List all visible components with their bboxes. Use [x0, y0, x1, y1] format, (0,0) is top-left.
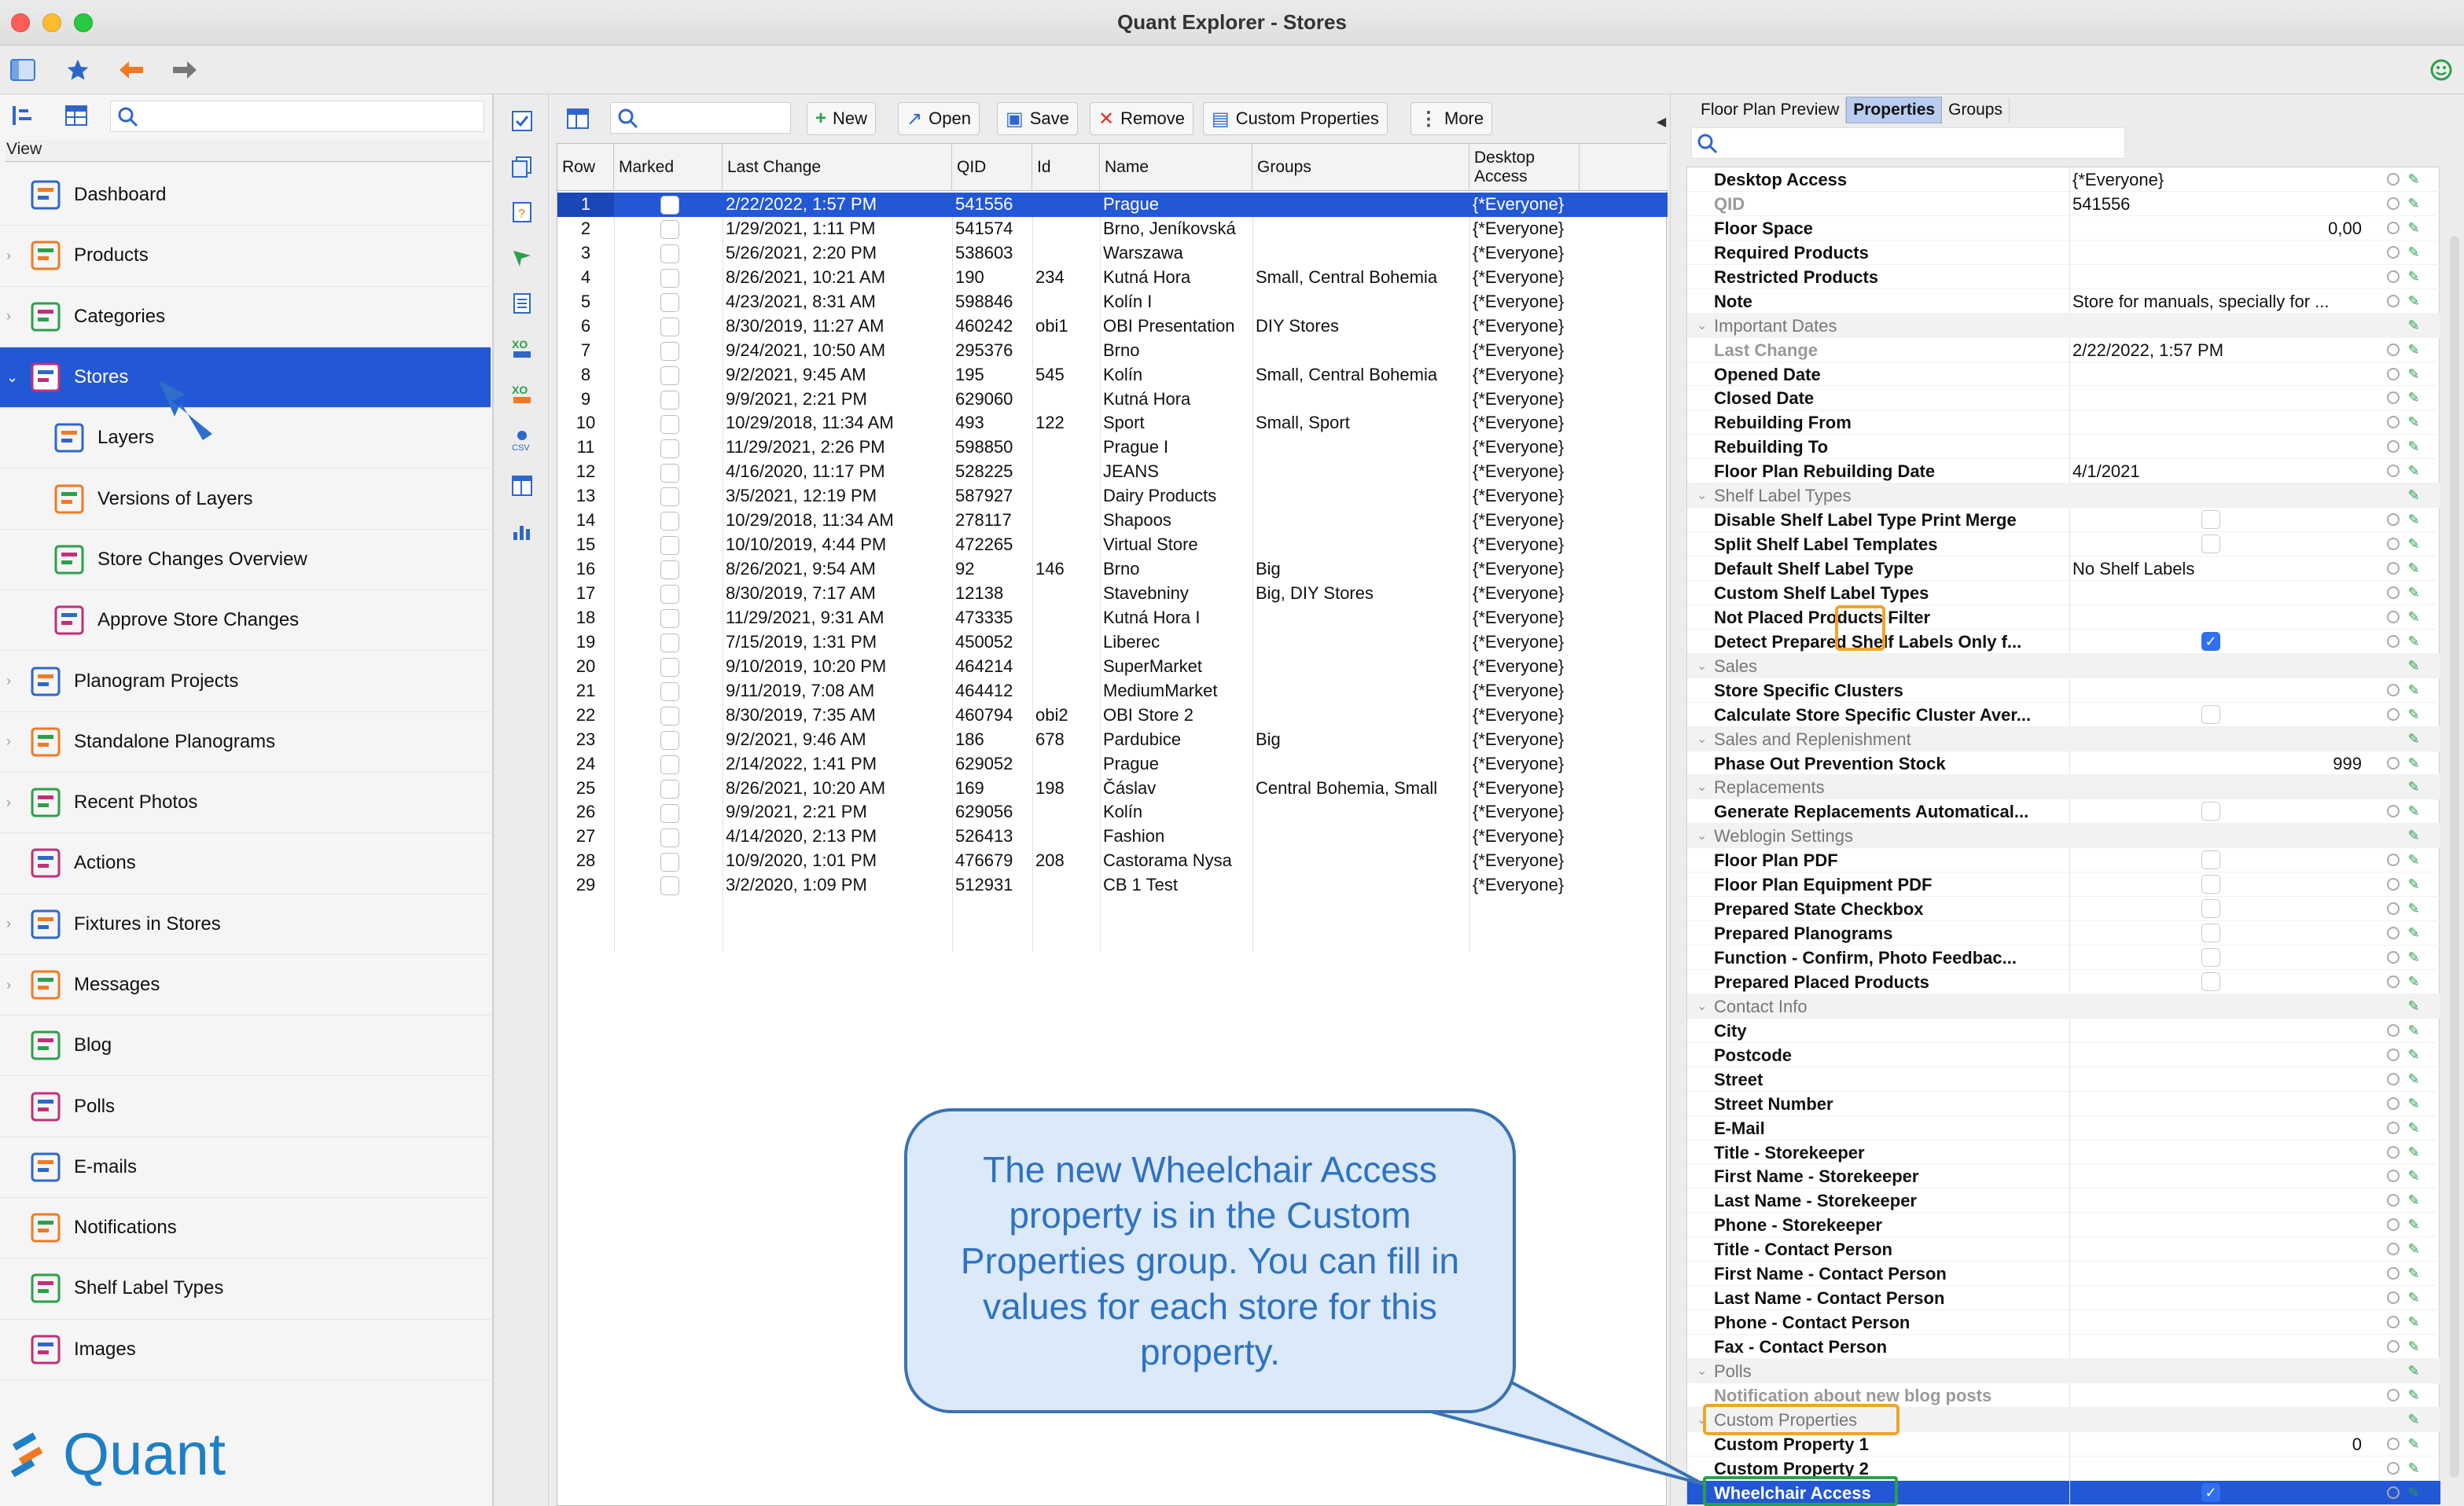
- pointer-arrow-icon: [159, 380, 212, 440]
- callout-text: The new Wheelchair Access property is in…: [960, 1149, 1460, 1372]
- callout-bubble: The new Wheelchair Access property is in…: [904, 1108, 1516, 1413]
- highlight-box-custom-properties: [1703, 1404, 1899, 1435]
- highlight-box-checkbox: [1835, 605, 1885, 651]
- highlight-box-wheelchair-access: [1703, 1476, 1898, 1506]
